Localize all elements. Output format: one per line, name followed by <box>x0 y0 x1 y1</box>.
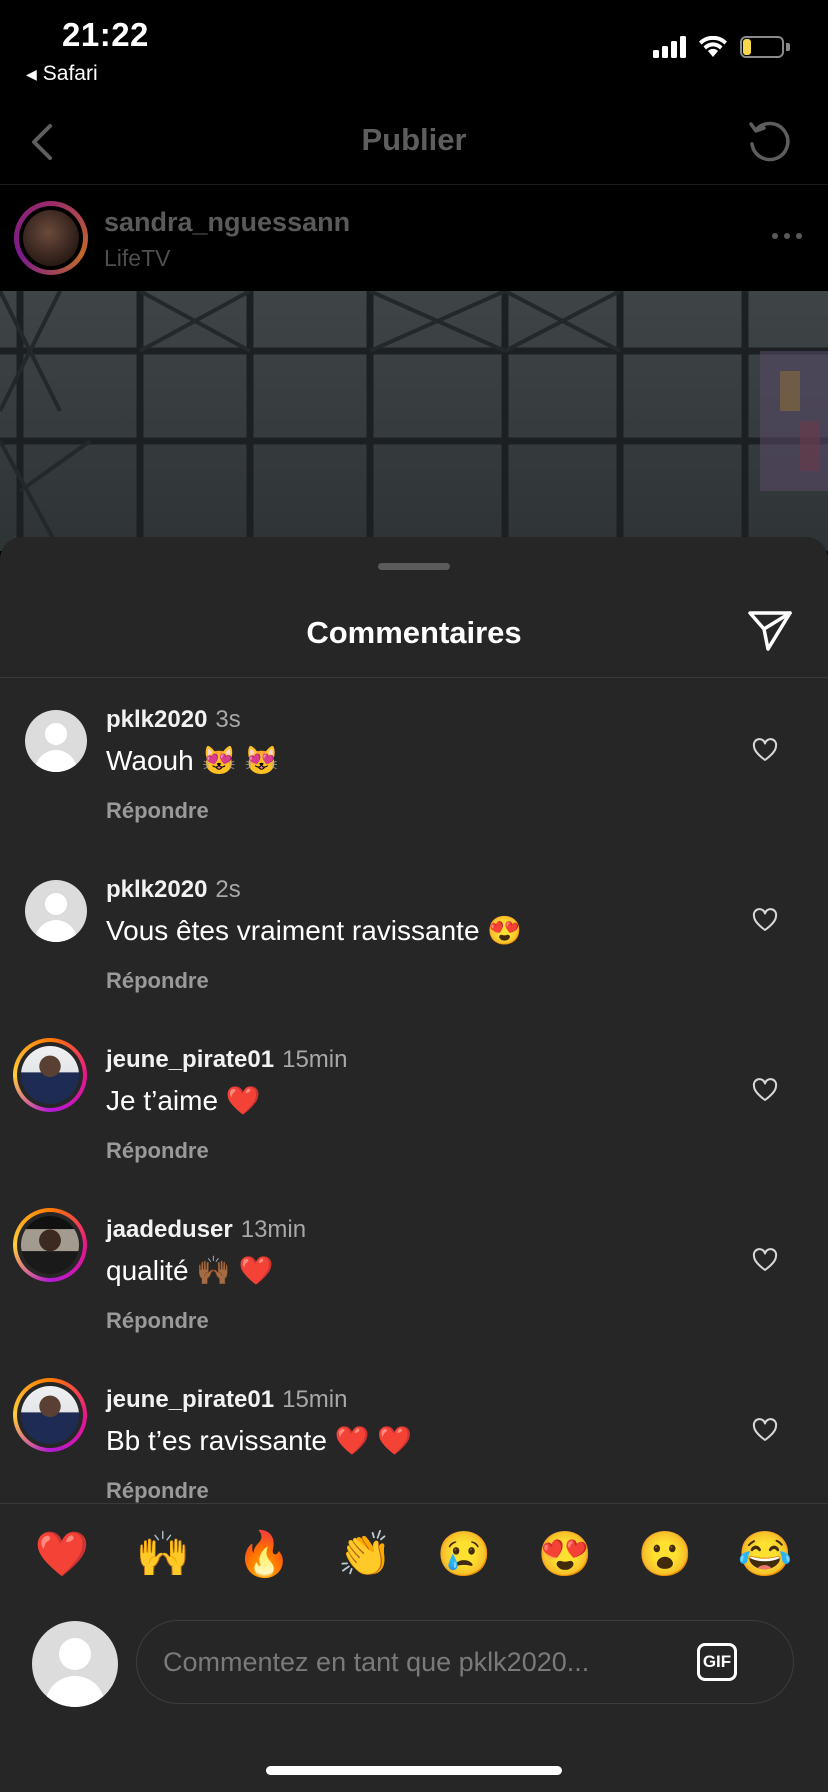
post-author-username[interactable]: sandra_nguessann <box>104 207 350 238</box>
reply-button[interactable]: Répondre <box>106 1138 209 1164</box>
reply-button[interactable]: Répondre <box>106 798 209 824</box>
avatar <box>32 1621 118 1707</box>
back-app-label: Safari <box>42 62 98 85</box>
avatar[interactable] <box>13 1378 87 1452</box>
comment-item: pklk2020 2s Vous êtes vraiment ravissante… <box>0 852 828 1002</box>
comment-username[interactable]: pklk2020 <box>106 876 207 903</box>
status-bar: 21:22 ◀ Safari 17 <box>0 0 828 100</box>
reaction-fire-emoji[interactable]: 🔥 <box>234 1530 294 1580</box>
comment-text: Vous êtes vraiment ravissante 😍 <box>106 915 523 946</box>
reply-button[interactable]: Répondre <box>106 1478 209 1504</box>
reaction-crying-emoji[interactable]: 😢 <box>434 1530 494 1580</box>
more-options-icon[interactable] <box>772 233 802 239</box>
back-to-app-link[interactable]: ◀ Safari <box>26 62 98 86</box>
heart-icon[interactable] <box>752 1418 778 1442</box>
battery-level: 17 <box>752 37 772 56</box>
heart-icon[interactable] <box>752 908 778 932</box>
nav-bar: Publier <box>0 100 828 185</box>
comment-text: Bb t’es ravissante ❤️ ❤️ <box>106 1425 413 1456</box>
post-author-avatar[interactable] <box>14 201 88 275</box>
comment-time: 15min <box>282 1046 348 1073</box>
comment-time: 15min <box>282 1386 348 1413</box>
comment-item: jeune_pirate01 15min Bb t’es ravissante ❤… <box>0 1362 828 1512</box>
comment-username[interactable]: jeune_pirate01 <box>106 1386 274 1413</box>
reaction-heart-eyes-emoji[interactable]: 😍 <box>535 1530 595 1580</box>
wifi-icon <box>699 36 727 57</box>
reaction-clap-emoji[interactable]: 👏 <box>335 1530 395 1580</box>
comment-item: pklk2020 3s Waouh 😻 😻 Répondre <box>0 682 828 832</box>
comment-item: jeune_pirate01 15min Je t’aime ❤️ Répondr… <box>0 1022 828 1172</box>
avatar[interactable] <box>13 1208 87 1282</box>
reaction-heart-emoji[interactable]: ❤️ <box>32 1530 92 1580</box>
avatar[interactable] <box>25 710 87 772</box>
gif-button[interactable]: GIF <box>697 1643 737 1681</box>
home-indicator[interactable] <box>266 1766 562 1775</box>
comment-time: 3s <box>215 706 241 733</box>
send-icon[interactable] <box>746 607 794 653</box>
back-triangle-icon: ◀ <box>26 65 37 82</box>
reply-button[interactable]: Répondre <box>106 968 209 994</box>
comment-composer: Commentez en tant que pklk2020... GIF <box>0 1613 828 1792</box>
comment-text: Waouh 😻 😻 <box>106 745 279 776</box>
heart-icon[interactable] <box>752 1248 778 1272</box>
divider <box>0 677 828 678</box>
comment-input[interactable]: Commentez en tant que pklk2020... GIF <box>136 1620 794 1704</box>
post-image <box>0 291 828 551</box>
reaction-raising-hands-emoji[interactable]: 🙌 <box>133 1530 193 1580</box>
status-time: 21:22 <box>62 16 149 53</box>
cellular-signal-icon <box>653 36 686 58</box>
comment-username[interactable]: jaadeduser <box>106 1216 233 1243</box>
comment-item: jaadeduser 13min qualité 🙌🏾 ❤️ Répondre <box>0 1192 828 1342</box>
heart-icon[interactable] <box>752 738 778 762</box>
post-header: sandra_nguessann LifeTV <box>0 185 828 291</box>
post-location[interactable]: LifeTV <box>104 245 170 272</box>
comment-time: 2s <box>215 876 241 903</box>
quick-reactions-bar: ❤️ 🙌 🔥 👏 😢 😍 😮 😂 <box>0 1503 828 1614</box>
battery-icon: 17 <box>740 36 784 58</box>
sheet-title: Commentaires <box>306 615 522 650</box>
battery-cap <box>786 43 790 51</box>
reaction-laughing-emoji[interactable]: 😂 <box>735 1530 795 1580</box>
page-title: Publier <box>361 122 467 157</box>
reaction-surprised-emoji[interactable]: 😮 <box>635 1530 695 1580</box>
sheet-grabber[interactable] <box>378 563 450 570</box>
comment-text: Je t’aime ❤️ <box>106 1085 261 1116</box>
comment-time: 13min <box>240 1216 307 1243</box>
comment-text: qualité 🙌🏾 ❤️ <box>106 1255 274 1286</box>
status-indicators: 17 <box>653 36 790 58</box>
comment-username[interactable]: jeune_pirate01 <box>106 1046 274 1073</box>
comment-username[interactable]: pklk2020 <box>106 706 207 733</box>
avatar[interactable] <box>13 1038 87 1112</box>
comment-input-placeholder: Commentez en tant que pklk2020... <box>163 1647 590 1677</box>
avatar[interactable] <box>25 880 87 942</box>
reply-button[interactable]: Répondre <box>106 1308 209 1334</box>
refresh-icon[interactable] <box>744 116 794 166</box>
heart-icon[interactable] <box>752 1078 778 1102</box>
